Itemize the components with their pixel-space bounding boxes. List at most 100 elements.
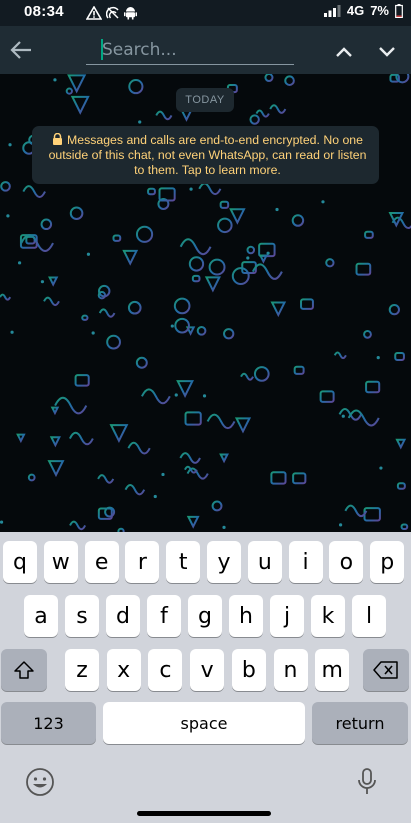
wallpaper-doodle — [246, 256, 250, 260]
android-icon — [124, 7, 137, 20]
wallpaper-doodle — [208, 258, 226, 276]
wallpaper-doodle — [8, 143, 12, 147]
wallpaper-doodle — [86, 252, 91, 256]
key-h[interactable]: h — [229, 595, 263, 637]
key-x[interactable]: x — [106, 649, 141, 691]
wallpaper-doodle — [223, 328, 235, 340]
wallpaper-doodle — [161, 472, 165, 477]
status-right: 4G 7% — [323, 3, 403, 18]
chevron-up-icon — [336, 47, 352, 57]
wallpaper-doodle — [249, 114, 260, 125]
wallpaper-doodle — [333, 351, 347, 360]
key-p[interactable]: p — [370, 541, 405, 583]
wallpaper-doodle — [69, 520, 87, 531]
wallpaper-doodle — [179, 238, 212, 256]
wallpaper-doodle — [47, 460, 65, 478]
next-result-button[interactable] — [373, 38, 401, 66]
wallpaper-doodle — [0, 293, 12, 301]
previous-result-button[interactable] — [330, 38, 358, 66]
warning-icon — [86, 6, 102, 20]
wallpaper-doodle — [255, 109, 270, 118]
key-i[interactable]: i — [288, 541, 323, 583]
wallpaper-doodle — [68, 431, 94, 446]
wallpaper-doodle — [184, 411, 202, 426]
wallpaper-doodle — [266, 251, 270, 255]
key-c[interactable]: c — [148, 649, 183, 691]
key-u[interactable]: u — [247, 541, 282, 583]
wallpaper-doodle — [321, 200, 325, 204]
wallpaper-doodle — [264, 74, 274, 83]
return-key[interactable]: return — [312, 702, 408, 744]
network-type: 4G — [346, 3, 365, 18]
search-bar — [0, 26, 411, 74]
back-button[interactable] — [8, 36, 36, 64]
wallpaper-doodle — [240, 372, 254, 381]
key-q[interactable]: q — [3, 541, 37, 583]
signal-off-icon — [106, 6, 119, 19]
key-n[interactable]: n — [273, 649, 308, 691]
key-j[interactable]: j — [270, 595, 304, 637]
wallpaper-doodle — [91, 331, 95, 335]
wallpaper-doodle — [388, 303, 400, 316]
wallpaper-doodle — [222, 525, 226, 529]
wallpaper-doodle — [40, 280, 45, 284]
wallpaper-doodle — [219, 200, 230, 209]
key-y[interactable]: y — [207, 541, 241, 583]
key-t[interactable]: t — [166, 541, 201, 583]
wallpaper-doodle — [69, 206, 84, 221]
key-g[interactable]: g — [188, 595, 222, 637]
wallpaper-doodle — [191, 274, 201, 283]
status-bar: 08:34 4G 7% — [0, 0, 411, 26]
wallpaper-doodle — [234, 417, 252, 434]
key-f[interactable]: f — [147, 595, 181, 637]
key-o[interactable]: o — [329, 541, 364, 583]
signal-bars-icon — [323, 4, 341, 17]
wallpaper-doodle — [246, 245, 256, 255]
wallpaper-doodle — [97, 474, 115, 484]
wallpaper-doodle — [40, 218, 53, 231]
key-m[interactable]: m — [315, 649, 350, 691]
wallpaper-doodle — [365, 380, 381, 394]
wallpaper-doodle — [122, 249, 139, 266]
wallpaper-doodle — [106, 334, 121, 350]
backspace-key[interactable] — [363, 649, 409, 691]
numbers-key[interactable]: 123 — [1, 702, 96, 744]
key-l[interactable]: l — [352, 595, 386, 637]
space-key[interactable]: space — [103, 702, 305, 744]
wallpaper-doodle — [284, 75, 295, 86]
wallpaper-doodle — [258, 254, 269, 264]
wallpaper-doodle — [43, 296, 60, 307]
wallpaper-doodle — [109, 424, 129, 444]
encryption-notice[interactable]: Messages and calls are end-to-end encryp… — [32, 126, 379, 184]
wallpaper-doodle — [147, 187, 156, 196]
chat-area[interactable]: TODAY Messages and calls are end-to-end … — [0, 74, 411, 532]
emoji-button[interactable] — [25, 767, 55, 801]
wallpaper-doodle — [0, 520, 4, 524]
wallpaper-doodle — [363, 329, 372, 339]
wallpaper-doodle — [196, 325, 207, 336]
key-w[interactable]: w — [43, 541, 78, 583]
key-z[interactable]: z — [65, 649, 99, 691]
key-r[interactable]: r — [125, 541, 160, 583]
wallpaper-doodle — [49, 436, 61, 448]
key-a[interactable]: a — [24, 595, 58, 637]
key-b[interactable]: b — [231, 649, 266, 691]
shift-key[interactable] — [1, 649, 47, 691]
wallpaper-doodle — [341, 414, 345, 418]
wallpaper-doodle — [319, 390, 335, 403]
wallpaper-doodle — [275, 207, 279, 212]
key-v[interactable]: v — [190, 649, 225, 691]
wallpaper-doodle — [10, 330, 14, 334]
key-s[interactable]: s — [65, 595, 99, 637]
wallpaper-doodle — [186, 515, 200, 529]
key-k[interactable]: k — [311, 595, 345, 637]
key-d[interactable]: d — [106, 595, 140, 637]
key-e[interactable]: e — [84, 541, 119, 583]
wallpaper-doodle — [22, 185, 46, 199]
wallpaper-doodle — [173, 297, 191, 315]
home-indicator — [137, 811, 271, 816]
search-field[interactable] — [86, 35, 294, 65]
dictation-button[interactable] — [356, 767, 378, 801]
search-input[interactable] — [102, 37, 292, 63]
wallpaper-doodle — [270, 471, 287, 485]
